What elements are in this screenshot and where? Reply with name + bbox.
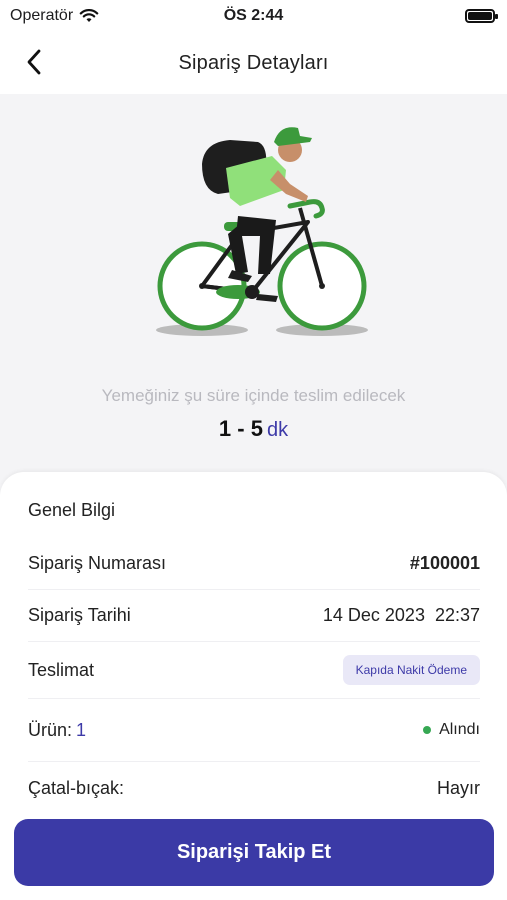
back-button[interactable]	[14, 42, 54, 82]
order-number-value: #100001	[409, 553, 480, 573]
delivery-method-row: Teslimat Kapıda Nakit Ödeme	[28, 642, 480, 699]
delivery-method-label: Teslimat	[28, 659, 95, 680]
delivery-range: 1 - 5	[218, 416, 263, 441]
carrier-label: Operatör	[10, 7, 74, 24]
cutlery-value: Hayır	[436, 777, 480, 798]
delivery-hero: Yemeğiniz şu süre içinde teslim edilecek…	[0, 94, 507, 484]
product-label: Ürün:	[28, 719, 73, 740]
bottom-action-bar: Siparişi Takip Et	[0, 800, 507, 900]
status-dot-icon	[423, 726, 432, 734]
order-number-label: Sipariş Numarası	[28, 553, 167, 573]
battery-icon	[465, 9, 498, 23]
product-label-group: Ürün: 1	[28, 720, 86, 741]
order-date-label: Sipariş Tarihi	[28, 605, 131, 625]
delivery-time: 1 - 5 dk	[0, 416, 507, 442]
product-count: 1	[76, 719, 87, 740]
cutlery-label: Çatal-bıçak:	[28, 777, 125, 798]
delivery-unit: dk	[266, 419, 289, 441]
product-status: Alındı	[423, 721, 480, 739]
nav-bar: Sipariş Detayları	[0, 32, 507, 94]
delivery-caption: Yemeğiniz şu süre içinde teslim edilecek	[101, 386, 406, 405]
section-title: Genel Bilgi	[28, 500, 116, 520]
chevron-left-icon	[27, 49, 41, 75]
page-title: Sipariş Detayları	[178, 51, 329, 74]
status-bar: Operatör ÖS 2:44	[0, 0, 507, 32]
order-date-row: Sipariş Tarihi 14 Dec 2023 22:37	[28, 590, 480, 642]
courier-bicycle-illustration	[156, 127, 368, 336]
status-left: Operatör	[10, 7, 99, 25]
wifi-icon	[79, 9, 99, 22]
track-order-label: Siparişi Takip Et	[176, 841, 332, 863]
delivery-method-badge: Kapıda Nakit Ödeme	[342, 655, 480, 685]
product-status-label: Alındı	[439, 721, 480, 738]
product-row: Ürün: 1 Alındı	[28, 699, 480, 762]
order-date-value: 14 Dec 2023 22:37	[322, 605, 480, 625]
order-number-row: Sipariş Numarası #100001	[28, 538, 480, 590]
track-order-button[interactable]: Siparişi Takip Et	[14, 819, 494, 886]
status-time: ÖS 2:44	[223, 7, 284, 24]
